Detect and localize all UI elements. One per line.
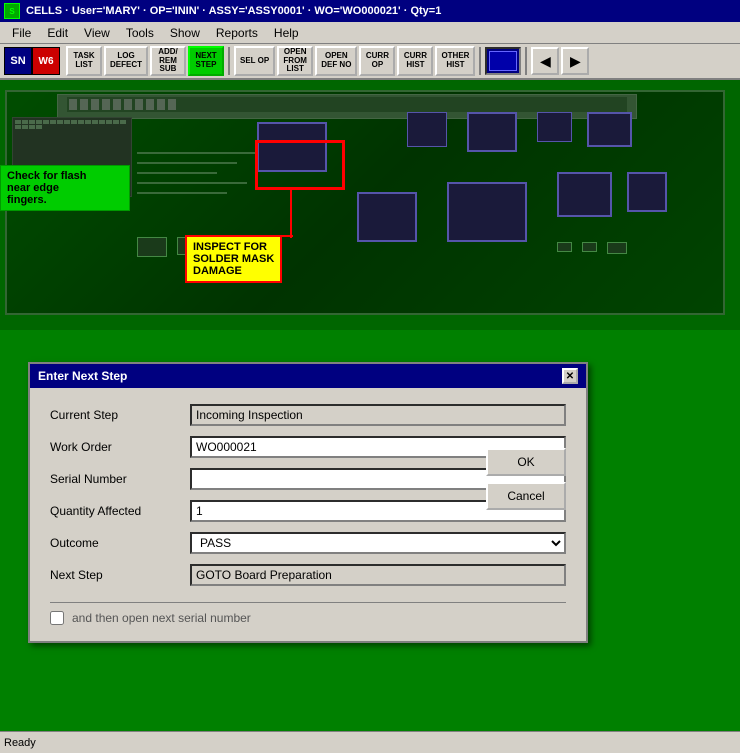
menu-edit[interactable]: Edit	[39, 24, 76, 42]
next-step-label: Next Step	[50, 568, 190, 582]
status-bar: Ready	[0, 731, 740, 753]
title-text: CELLS · User='MARY' · OP='ININ' · ASSY='…	[26, 5, 441, 17]
menu-file[interactable]: File	[4, 24, 39, 42]
logo-area: SN W6	[4, 47, 60, 75]
other-hist-button[interactable]: OTHERHIST	[435, 46, 475, 76]
pcb-highlight-box	[255, 140, 345, 190]
menu-view[interactable]: View	[76, 24, 118, 42]
current-step-input	[190, 404, 566, 426]
next-step-input	[190, 564, 566, 586]
yellow-annotation: INSPECT FORSOLDER MASKDAMAGE	[185, 235, 282, 283]
toolbar-separator-1	[228, 47, 230, 75]
quantity-label: Quantity Affected	[50, 504, 190, 518]
button-area: OK Cancel	[486, 448, 566, 510]
curr-hist-button[interactable]: CURRHIST	[397, 46, 433, 76]
sel-op-button[interactable]: SEL OP	[234, 46, 275, 76]
outcome-select-wrapper: PASS FAIL HOLD	[190, 532, 566, 554]
enter-next-step-dialog: Enter Next Step ✕ Current Step Work Orde…	[28, 362, 588, 643]
dialog-title-bar: Enter Next Step ✕	[30, 364, 586, 388]
menu-tools[interactable]: Tools	[118, 24, 162, 42]
pcb-area: INSPECT FORSOLDER MASKDAMAGE Check for f…	[0, 80, 740, 330]
toolbar: SN W6 TASKLIST LOGDEFECT ADD/REMSUB NEXT…	[0, 44, 740, 80]
dialog-close-button[interactable]: ✕	[562, 368, 578, 384]
green-annotation-text: Check for flashnear edgefingers.	[7, 170, 86, 206]
open-def-no-button[interactable]: OPENDEF NO	[315, 46, 357, 76]
nav-forward-button[interactable]: ▶	[561, 47, 589, 75]
title-bar: S CELLS · User='MARY' · OP='ININ' · ASSY…	[0, 0, 740, 22]
menu-bar: File Edit View Tools Show Reports Help	[0, 22, 740, 44]
outcome-select[interactable]: PASS FAIL HOLD	[190, 532, 566, 554]
work-order-label: Work Order	[50, 440, 190, 454]
current-step-label: Current Step	[50, 408, 190, 422]
current-step-row: Current Step	[50, 404, 566, 426]
app-icon: S	[4, 3, 20, 19]
curr-op-button[interactable]: CURROP	[359, 46, 395, 76]
checkbox-label: and then open next serial number	[72, 611, 251, 625]
menu-reports[interactable]: Reports	[208, 24, 266, 42]
next-step-button[interactable]: NEXTSTEP	[188, 46, 224, 76]
status-text: Ready	[4, 737, 36, 749]
outcome-row: Outcome PASS FAIL HOLD	[50, 532, 566, 554]
log-defect-button[interactable]: LOGDEFECT	[104, 46, 148, 76]
outcome-label: Outcome	[50, 536, 190, 550]
open-from-list-button[interactable]: OPENFROMLIST	[277, 46, 313, 76]
logo-sn: SN	[4, 47, 32, 75]
open-next-serial-checkbox[interactable]	[50, 611, 64, 625]
menu-help[interactable]: Help	[266, 24, 307, 42]
toolbar-separator-3	[525, 47, 527, 75]
task-list-button[interactable]: TASKLIST	[66, 46, 102, 76]
checkbox-row: and then open next serial number	[50, 602, 566, 625]
serial-number-label: Serial Number	[50, 472, 190, 486]
menu-show[interactable]: Show	[162, 24, 208, 42]
green-annotation: Check for flashnear edgefingers.	[0, 165, 130, 211]
ok-button[interactable]: OK	[486, 448, 566, 476]
dialog-title-text: Enter Next Step	[38, 369, 127, 383]
nav-back-button[interactable]: ◀	[531, 47, 559, 75]
pcb-arrow	[290, 188, 292, 238]
screen-preview	[485, 47, 521, 75]
yellow-annotation-text: INSPECT FORSOLDER MASKDAMAGE	[193, 241, 274, 277]
dialog-content: Current Step Work Order Serial Number Qu…	[30, 388, 586, 641]
add-rem-sub-button[interactable]: ADD/REMSUB	[150, 46, 186, 76]
toolbar-separator-2	[479, 47, 481, 75]
next-step-row: Next Step	[50, 564, 566, 586]
cancel-button[interactable]: Cancel	[486, 482, 566, 510]
logo-w6: W6	[32, 47, 60, 75]
